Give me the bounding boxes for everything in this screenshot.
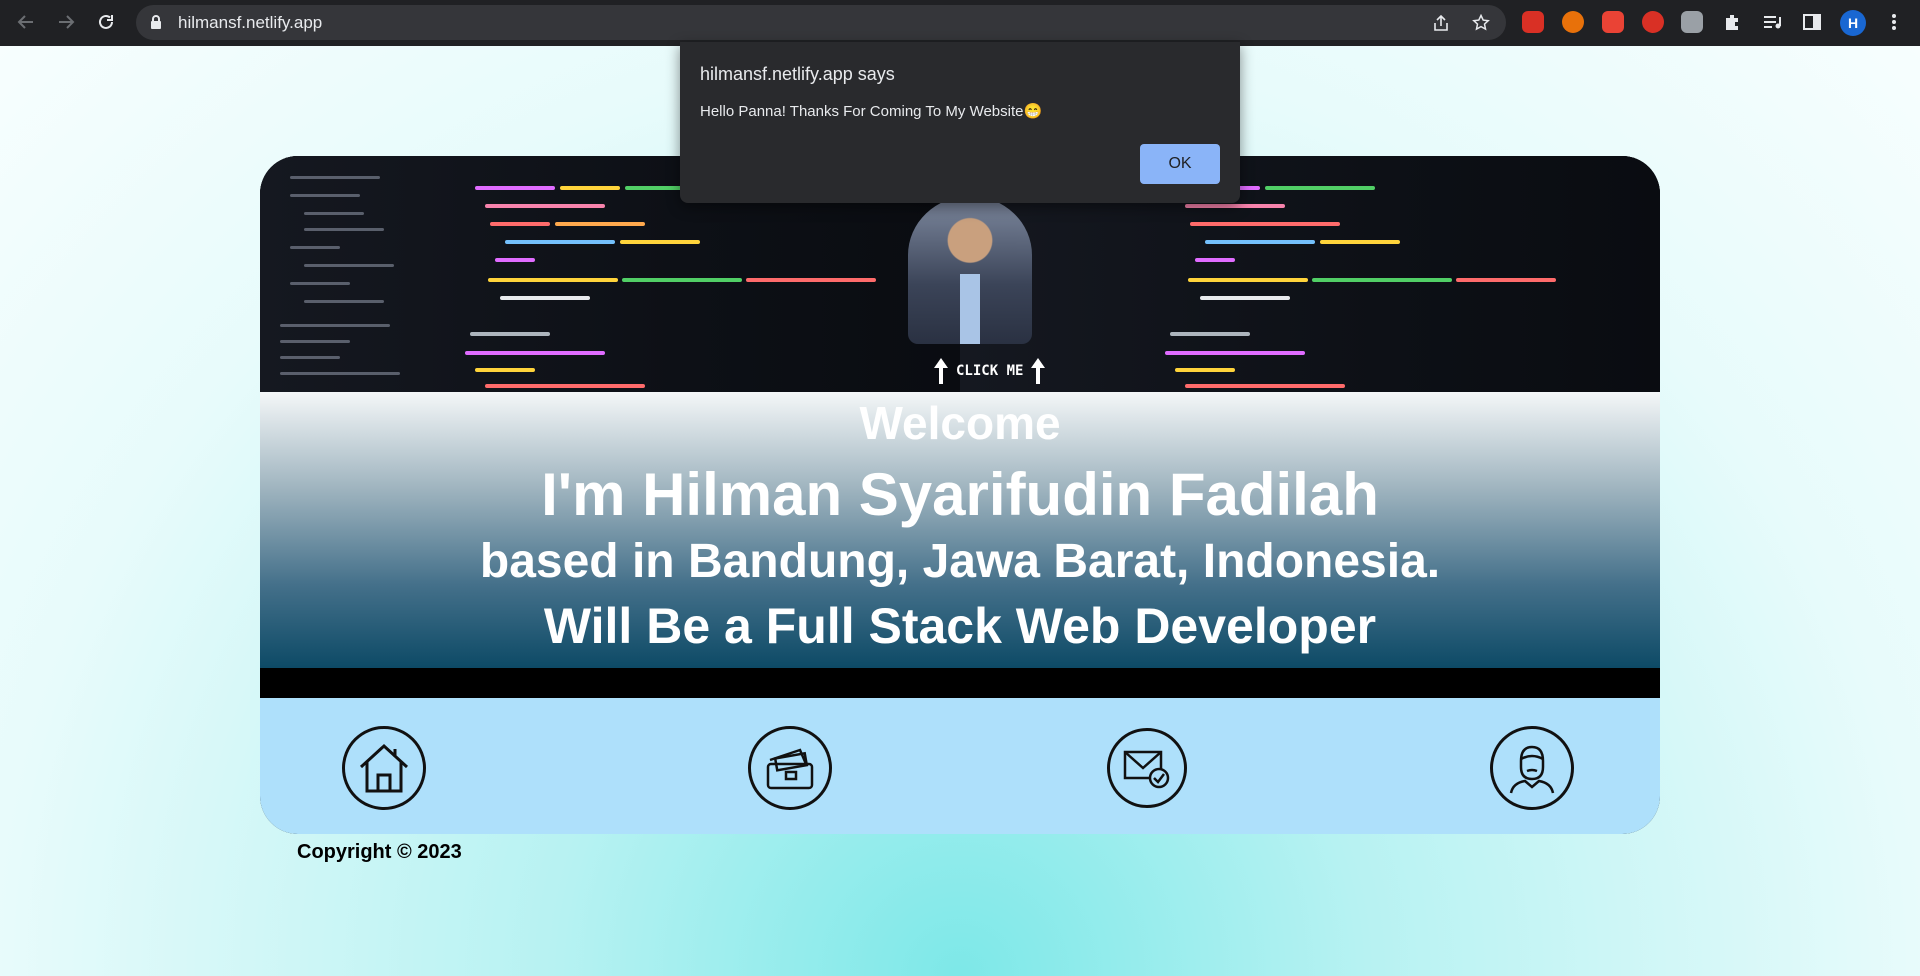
record-extension-icon[interactable] — [1602, 11, 1624, 33]
up-arrow-icon — [934, 358, 948, 384]
share-icon[interactable] — [1432, 14, 1450, 32]
side-panel-icon[interactable] — [1802, 12, 1822, 32]
location-heading: based in Bandung, Jawa Barat, Indonesia. — [479, 535, 1441, 588]
grey-extension-icon[interactable] — [1681, 11, 1703, 33]
click-me-label: CLICK ME — [956, 363, 1024, 379]
goal-heading: Will Be a Full Stack Web Developer — [543, 598, 1377, 654]
portfolio-wallet-icon — [766, 748, 814, 790]
back-button[interactable] — [12, 8, 40, 36]
extensions-puzzle-icon[interactable] — [1722, 12, 1742, 32]
profile-avatar[interactable]: H — [1840, 10, 1866, 36]
home-icon — [359, 743, 409, 793]
reload-icon — [99, 14, 113, 29]
portfolio-button[interactable] — [748, 726, 832, 810]
profile-photo[interactable] — [908, 196, 1032, 344]
about-profile-icon — [1509, 745, 1555, 794]
media-queue-icon[interactable] — [1762, 12, 1782, 32]
reload-button[interactable] — [92, 8, 120, 36]
up-arrow-icon — [1031, 358, 1046, 384]
browser-toolbar: hilmansf.netlify.app H — [0, 0, 1920, 46]
url-text: hilmansf.netlify.app — [178, 13, 323, 32]
footer-copyright: Copyright © 2023 — [297, 841, 462, 863]
contact-mail-icon — [1123, 750, 1170, 789]
click-me-link[interactable]: CLICK ME — [932, 356, 1047, 386]
about-button[interactable] — [1490, 726, 1574, 810]
chat-extension-icon[interactable] — [1522, 11, 1544, 33]
ok-button[interactable]: OK — [1140, 144, 1220, 184]
address-bar[interactable]: hilmansf.netlify.app — [136, 5, 1506, 40]
bookmark-star-icon[interactable] — [1472, 14, 1490, 32]
forward-button[interactable] — [52, 8, 80, 36]
name-heading: I'm Hilman Syarifudin Fadilah — [541, 461, 1379, 528]
alert-dialog: hilmansf.netlify.app says Hello Panna! T… — [680, 42, 1240, 203]
icon-navigation — [260, 698, 1660, 834]
welcome-section: Welcome I'm Hilman Syarifudin Fadilah ba… — [260, 392, 1660, 668]
home-button[interactable] — [342, 726, 426, 810]
divider-band — [260, 668, 1660, 698]
dialog-title: hilmansf.netlify.app says — [700, 64, 895, 84]
back-arrow-icon — [17, 15, 33, 29]
shield-extension-icon[interactable] — [1642, 11, 1664, 33]
profile-card: CLICK ME Welcome I'm Hilman Syarifudin F… — [260, 156, 1660, 834]
dialog-message: Hello Panna! Thanks For Coming To My Web… — [700, 103, 1043, 120]
welcome-heading: Welcome — [859, 397, 1061, 449]
forward-arrow-icon — [59, 15, 75, 29]
lock-icon — [151, 15, 161, 29]
contact-button[interactable] — [1107, 728, 1187, 808]
hand-extension-icon[interactable] — [1562, 11, 1584, 33]
more-menu-icon[interactable] — [1884, 12, 1904, 32]
